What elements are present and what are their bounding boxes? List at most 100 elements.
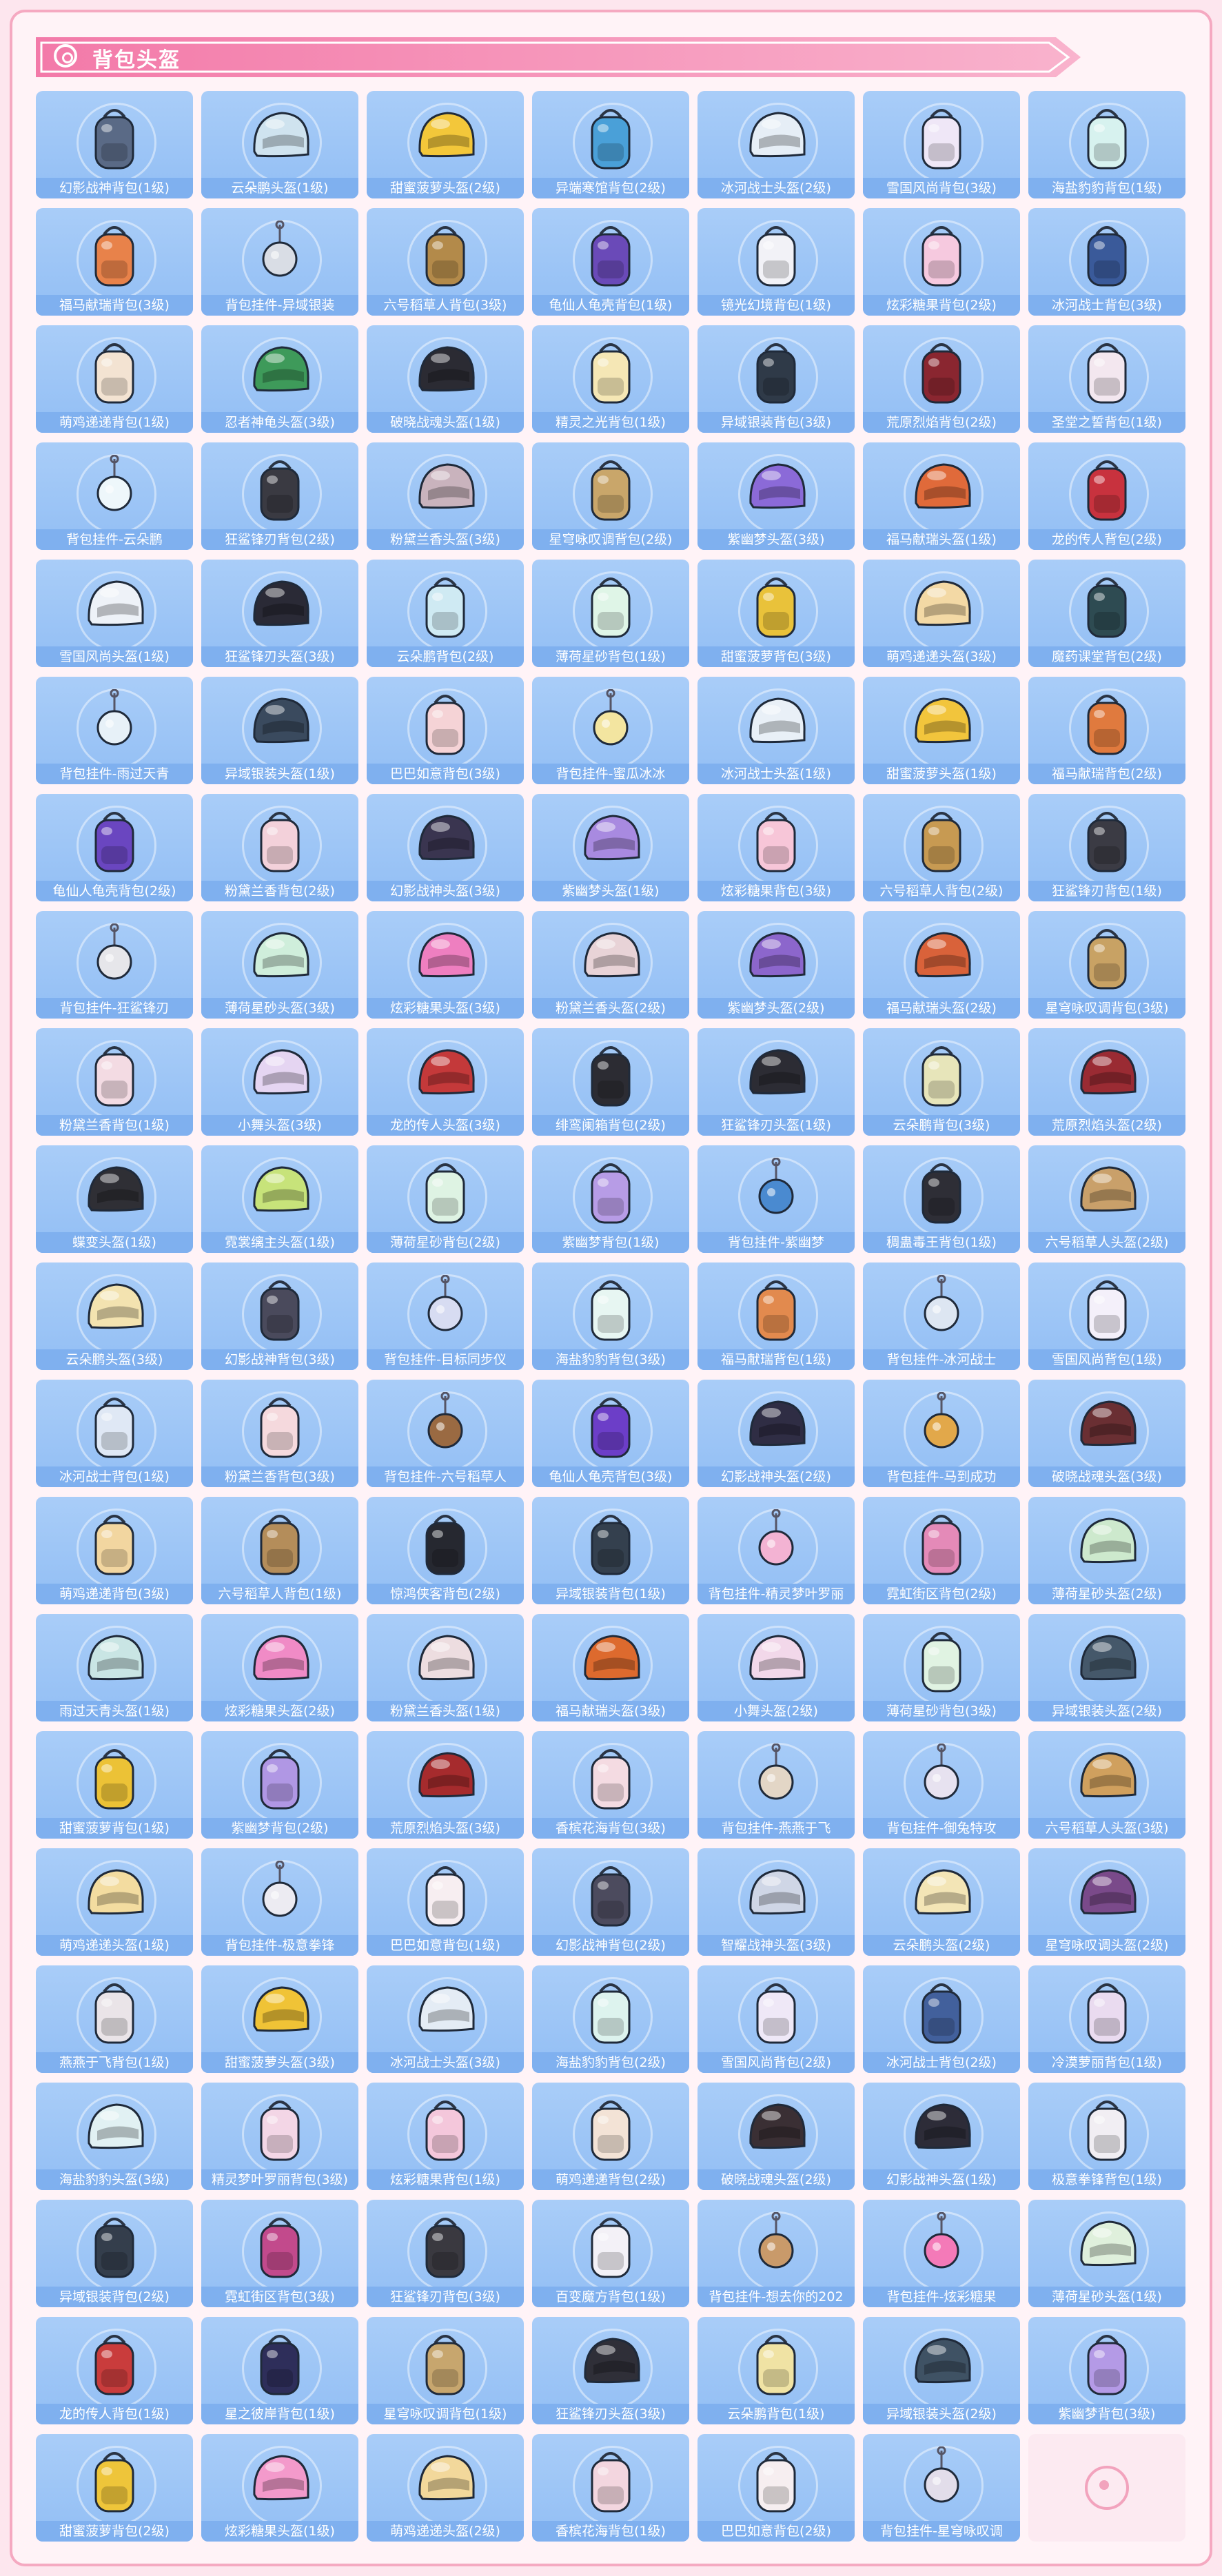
item-tile[interactable]: 紫幽梦头盔(3级) — [697, 442, 855, 550]
item-tile[interactable]: 狂鲨锋刃头盔(3级) — [532, 2317, 689, 2424]
item-tile[interactable]: 香槟花海背包(3级) — [532, 1731, 689, 1839]
item-tile[interactable]: 龟仙人龟壳背包(3级) — [532, 1380, 689, 1487]
item-tile[interactable]: 狂鲨锋刃头盔(1级) — [697, 1028, 855, 1136]
item-tile[interactable]: 六号稻草人头盔(2级) — [1028, 1145, 1185, 1253]
item-tile[interactable]: 幻影战神头盔(3级) — [367, 794, 524, 901]
item-tile[interactable]: 紫幽梦头盔(1级) — [532, 794, 689, 901]
item-tile[interactable]: 巴巴如意背包(3级) — [367, 677, 524, 784]
item-tile[interactable]: 龙的传人头盔(3级) — [367, 1028, 524, 1136]
item-tile[interactable]: 稠蛊毒王背包(1级) — [863, 1145, 1020, 1253]
item-tile[interactable]: 云朵鹏头盔(3级) — [36, 1263, 193, 1370]
item-tile[interactable]: 燕燕于飞背包(1级) — [36, 1965, 193, 2073]
item-tile[interactable]: 背包挂件-冰河战士 — [863, 1263, 1020, 1370]
item-tile[interactable]: 蝶变头盔(1级) — [36, 1145, 193, 1253]
item-tile[interactable]: 福马献瑞头盔(1级) — [863, 442, 1020, 550]
item-tile[interactable]: 异域银装背包(1级) — [532, 1497, 689, 1604]
item-tile[interactable]: 破晓战魂头盔(3级) — [1028, 1380, 1185, 1487]
item-tile[interactable]: 忍者神龟头盔(3级) — [201, 325, 358, 433]
item-tile[interactable]: 背包挂件-马到成功 — [863, 1380, 1020, 1487]
item-tile[interactable]: 破晓战魂头盔(1级) — [367, 325, 524, 433]
item-tile[interactable]: 福马献瑞头盔(2级) — [863, 911, 1020, 1019]
item-tile[interactable]: 荒原烈焰头盔(3级) — [367, 1731, 524, 1839]
item-tile[interactable]: 小舞头盔(3级) — [201, 1028, 358, 1136]
item-tile[interactable]: 异域银装头盔(2级) — [863, 2317, 1020, 2424]
item-tile[interactable]: 雪国风尚背包(3级) — [863, 91, 1020, 198]
item-tile[interactable]: 云朵鹏头盔(1级) — [201, 91, 358, 198]
item-tile[interactable]: 雪国风尚背包(1级) — [1028, 1263, 1185, 1370]
item-tile[interactable]: 背包挂件-目标同步仪 — [367, 1263, 524, 1370]
item-tile[interactable]: 背包挂件-蜜瓜冰冰 — [532, 677, 689, 784]
item-tile[interactable]: 背包挂件-星穹咏叹调 — [863, 2434, 1020, 2542]
item-tile[interactable]: 圣堂之誓背包(1级) — [1028, 325, 1185, 433]
item-tile[interactable]: 萌鸡递递头盔(3级) — [863, 560, 1020, 667]
item-tile[interactable]: 镜光幻境背包(1级) — [697, 208, 855, 316]
item-tile[interactable]: 薄荷星砂头盔(2级) — [1028, 1497, 1185, 1604]
item-tile[interactable]: 福马献瑞背包(3级) — [36, 208, 193, 316]
item-tile[interactable]: 龙的传人背包(1级) — [36, 2317, 193, 2424]
item-tile[interactable]: 幻影战神背包(3级) — [201, 1263, 358, 1370]
item-tile[interactable]: 巴巴如意背包(1级) — [367, 1848, 524, 1956]
item-tile[interactable]: 粉黛兰香背包(2级) — [201, 794, 358, 901]
item-tile[interactable]: 异域银装头盔(2级) — [1028, 1614, 1185, 1721]
item-tile[interactable]: 狂鲨锋刃背包(2级) — [201, 442, 358, 550]
item-tile[interactable]: 甜蜜菠萝背包(3级) — [697, 560, 855, 667]
item-tile[interactable]: 背包挂件-雨过天青 — [36, 677, 193, 784]
item-tile[interactable]: 星穹咏叹调背包(3级) — [1028, 911, 1185, 1019]
item-tile[interactable]: 破晓战魂头盔(2级) — [697, 2083, 855, 2190]
item-tile[interactable]: 星穹咏叹调背包(1级) — [367, 2317, 524, 2424]
item-tile[interactable]: 背包挂件-异域银装 — [201, 208, 358, 316]
item-tile[interactable]: 甜蜜菠萝背包(2级) — [36, 2434, 193, 2542]
item-tile[interactable]: 异端寒馆背包(2级) — [532, 91, 689, 198]
item-tile[interactable]: 薄荷星砂背包(3级) — [863, 1614, 1020, 1721]
item-tile[interactable]: 背包挂件-极意拳锋 — [201, 1848, 358, 1956]
item-tile[interactable]: 异域银装背包(3级) — [697, 325, 855, 433]
item-tile[interactable]: 紫幽梦头盔(2级) — [697, 911, 855, 1019]
item-tile[interactable]: 背包挂件-想去你的202 — [697, 2200, 855, 2307]
item-tile[interactable]: 雨过天青头盔(1级) — [36, 1614, 193, 1721]
item-tile[interactable]: 雪国风尚背包(2级) — [697, 1965, 855, 2073]
item-tile[interactable]: 萌鸡递递背包(2级) — [532, 2083, 689, 2190]
item-tile[interactable]: 炫彩糖果头盔(1级) — [201, 2434, 358, 2542]
item-tile[interactable]: 魔药课堂背包(2级) — [1028, 560, 1185, 667]
item-tile[interactable]: 背包挂件-精灵梦叶罗丽 — [697, 1497, 855, 1604]
item-tile[interactable]: 冰河战士头盔(1级) — [697, 677, 855, 784]
item-tile[interactable]: 霓裳缡主头盔(1级) — [201, 1145, 358, 1253]
item-tile[interactable]: 冰河战士头盔(2级) — [697, 91, 855, 198]
item-tile[interactable]: 星之彼岸背包(1级) — [201, 2317, 358, 2424]
item-tile[interactable]: 背包挂件-云朵鹏 — [36, 442, 193, 550]
item-tile[interactable]: 背包挂件-炫彩糖果 — [863, 2200, 1020, 2307]
item-tile[interactable]: 背包挂件-御兔特攻 — [863, 1731, 1020, 1839]
item-tile[interactable]: 荒原烈焰头盔(2级) — [1028, 1028, 1185, 1136]
item-tile[interactable]: 萌鸡递递背包(1级) — [36, 325, 193, 433]
item-tile[interactable]: 炫彩糖果背包(1级) — [367, 2083, 524, 2190]
item-tile[interactable]: 龟仙人龟壳背包(2级) — [36, 794, 193, 901]
item-tile[interactable]: 粉黛兰香背包(3级) — [201, 1380, 358, 1487]
item-tile[interactable]: 狂鲨锋刃头盔(3级) — [201, 560, 358, 667]
item-tile[interactable]: 炫彩糖果背包(3级) — [697, 794, 855, 901]
item-tile[interactable]: 炫彩糖果背包(2级) — [863, 208, 1020, 316]
item-tile[interactable]: 绯鸾阑箱背包(2级) — [532, 1028, 689, 1136]
item-tile[interactable]: 星穹咏叹调背包(2级) — [532, 442, 689, 550]
item-tile[interactable]: 幻影战神背包(1级) — [36, 91, 193, 198]
item-tile[interactable]: 冰河战士背包(3级) — [1028, 208, 1185, 316]
item-tile[interactable]: 龟仙人龟壳背包(1级) — [532, 208, 689, 316]
item-tile[interactable]: 粉黛兰香头盔(2级) — [532, 911, 689, 1019]
item-tile[interactable]: 六号稻草人头盔(3级) — [1028, 1731, 1185, 1839]
item-tile[interactable]: 冷漠萝丽背包(1级) — [1028, 1965, 1185, 2073]
item-tile[interactable]: 薄荷星砂背包(2级) — [367, 1145, 524, 1253]
item-tile[interactable]: 背包挂件-紫幽梦 — [697, 1145, 855, 1253]
item-tile[interactable]: 云朵鹏背包(2级) — [367, 560, 524, 667]
item-tile[interactable]: 冰河战士背包(1级) — [36, 1380, 193, 1487]
item-tile[interactable]: 云朵鹏背包(1级) — [697, 2317, 855, 2424]
item-tile[interactable]: 海盐豹豹背包(2级) — [532, 1965, 689, 2073]
item-tile[interactable]: 薄荷星砂头盔(1级) — [1028, 2200, 1185, 2307]
item-tile[interactable]: 龙的传人背包(2级) — [1028, 442, 1185, 550]
item-tile[interactable]: 六号稻草人背包(3级) — [367, 208, 524, 316]
item-tile[interactable]: 紫幽梦背包(3级) — [1028, 2317, 1185, 2424]
item-tile[interactable]: 海盐豹豹背包(1级) — [1028, 91, 1185, 198]
item-tile[interactable]: 冰河战士背包(2级) — [863, 1965, 1020, 2073]
item-tile[interactable]: 粉黛兰香头盔(1级) — [367, 1614, 524, 1721]
item-tile[interactable]: 幻影战神背包(2级) — [532, 1848, 689, 1956]
item-tile[interactable]: 萌鸡递递背包(3级) — [36, 1497, 193, 1604]
item-tile[interactable]: 极意拳锋背包(1级) — [1028, 2083, 1185, 2190]
